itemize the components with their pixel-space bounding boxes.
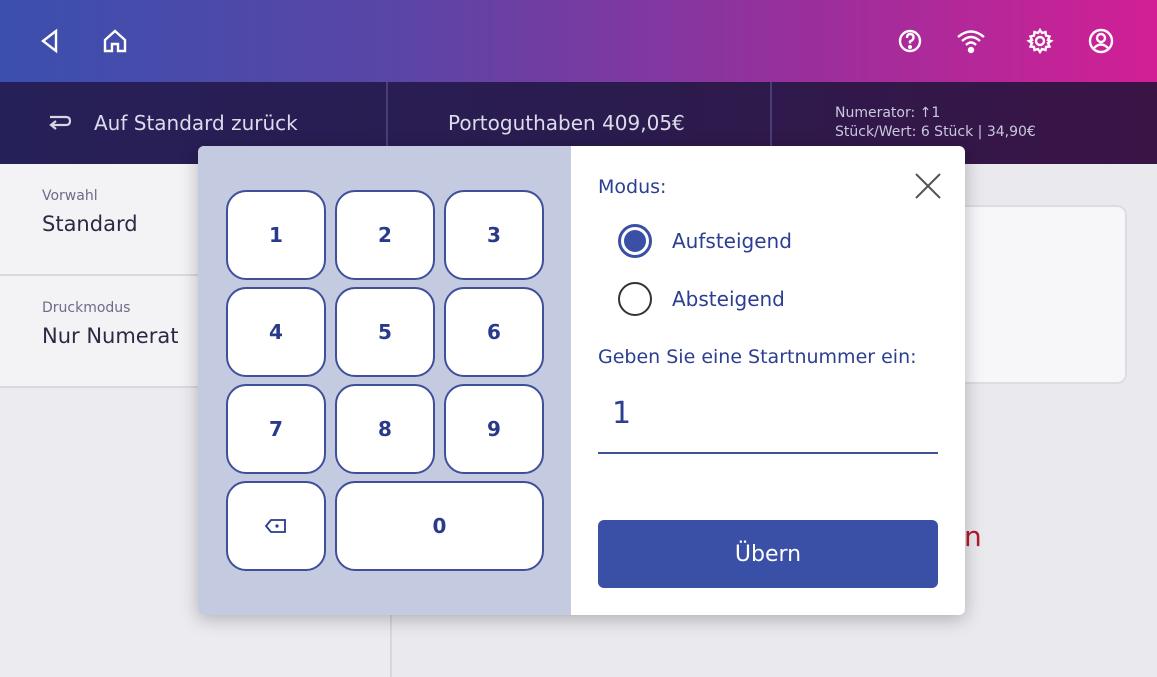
- back-arrow-icon[interactable]: [30, 22, 68, 60]
- option-ascending-label: Aufsteigend: [672, 229, 792, 253]
- option-descending-label: Absteigend: [672, 287, 785, 311]
- background-card: [940, 205, 1127, 384]
- preset-value: Standard: [42, 212, 138, 236]
- account-icon[interactable]: [1082, 22, 1120, 60]
- option-descending[interactable]: Absteigend: [618, 282, 785, 316]
- preset-caption: Vorwahl: [42, 188, 98, 204]
- mode-title: Modus:: [598, 176, 667, 198]
- key-2[interactable]: 2: [335, 190, 435, 280]
- key-1[interactable]: 1: [226, 190, 326, 280]
- key-7[interactable]: 7: [226, 384, 326, 474]
- key-3[interactable]: 3: [444, 190, 544, 280]
- key-9[interactable]: 9: [444, 384, 544, 474]
- wifi-icon[interactable]: [952, 22, 990, 60]
- key-6[interactable]: 6: [444, 287, 544, 377]
- radio-descending[interactable]: [618, 282, 652, 316]
- option-ascending[interactable]: Aufsteigend: [618, 224, 792, 258]
- print-mode-caption: Druckmodus: [42, 300, 131, 316]
- print-mode-value: Nur Numerat: [42, 324, 179, 348]
- background-text: n: [964, 520, 982, 553]
- close-icon: [910, 168, 946, 208]
- start-number-value: 1: [612, 396, 632, 431]
- gear-icon[interactable]: [1021, 22, 1059, 60]
- apply-button[interactable]: Übern: [598, 520, 938, 588]
- reset-label: Auf Standard zurück: [94, 111, 298, 135]
- key-5[interactable]: 5: [335, 287, 435, 377]
- backspace-icon: [265, 518, 287, 534]
- numeric-keypad: 1 2 3 4 5 6 7 8 9 0: [198, 146, 571, 615]
- backspace-key[interactable]: [226, 481, 326, 571]
- radio-ascending[interactable]: [618, 224, 652, 258]
- start-number-prompt: Geben Sie eine Startnummer ein:: [598, 346, 917, 368]
- home-icon[interactable]: [96, 22, 134, 60]
- key-8[interactable]: 8: [335, 384, 435, 474]
- reset-icon: [46, 112, 72, 134]
- close-button[interactable]: [910, 168, 946, 204]
- numerator-dialog: 1 2 3 4 5 6 7 8 9 0 Modus: Aufsteigend A…: [198, 146, 965, 615]
- top-bar: [0, 0, 1157, 82]
- numerator-line: Numerator: ↑1: [835, 105, 941, 121]
- count-value-line: Stück/Wert: 6 Stück | 34,90€: [835, 124, 1036, 140]
- key-0[interactable]: 0: [335, 481, 544, 571]
- key-4[interactable]: 4: [226, 287, 326, 377]
- balance-label: Portoguthaben 409,05€: [448, 111, 685, 135]
- help-icon[interactable]: [891, 22, 929, 60]
- start-number-field[interactable]: 1: [598, 390, 938, 454]
